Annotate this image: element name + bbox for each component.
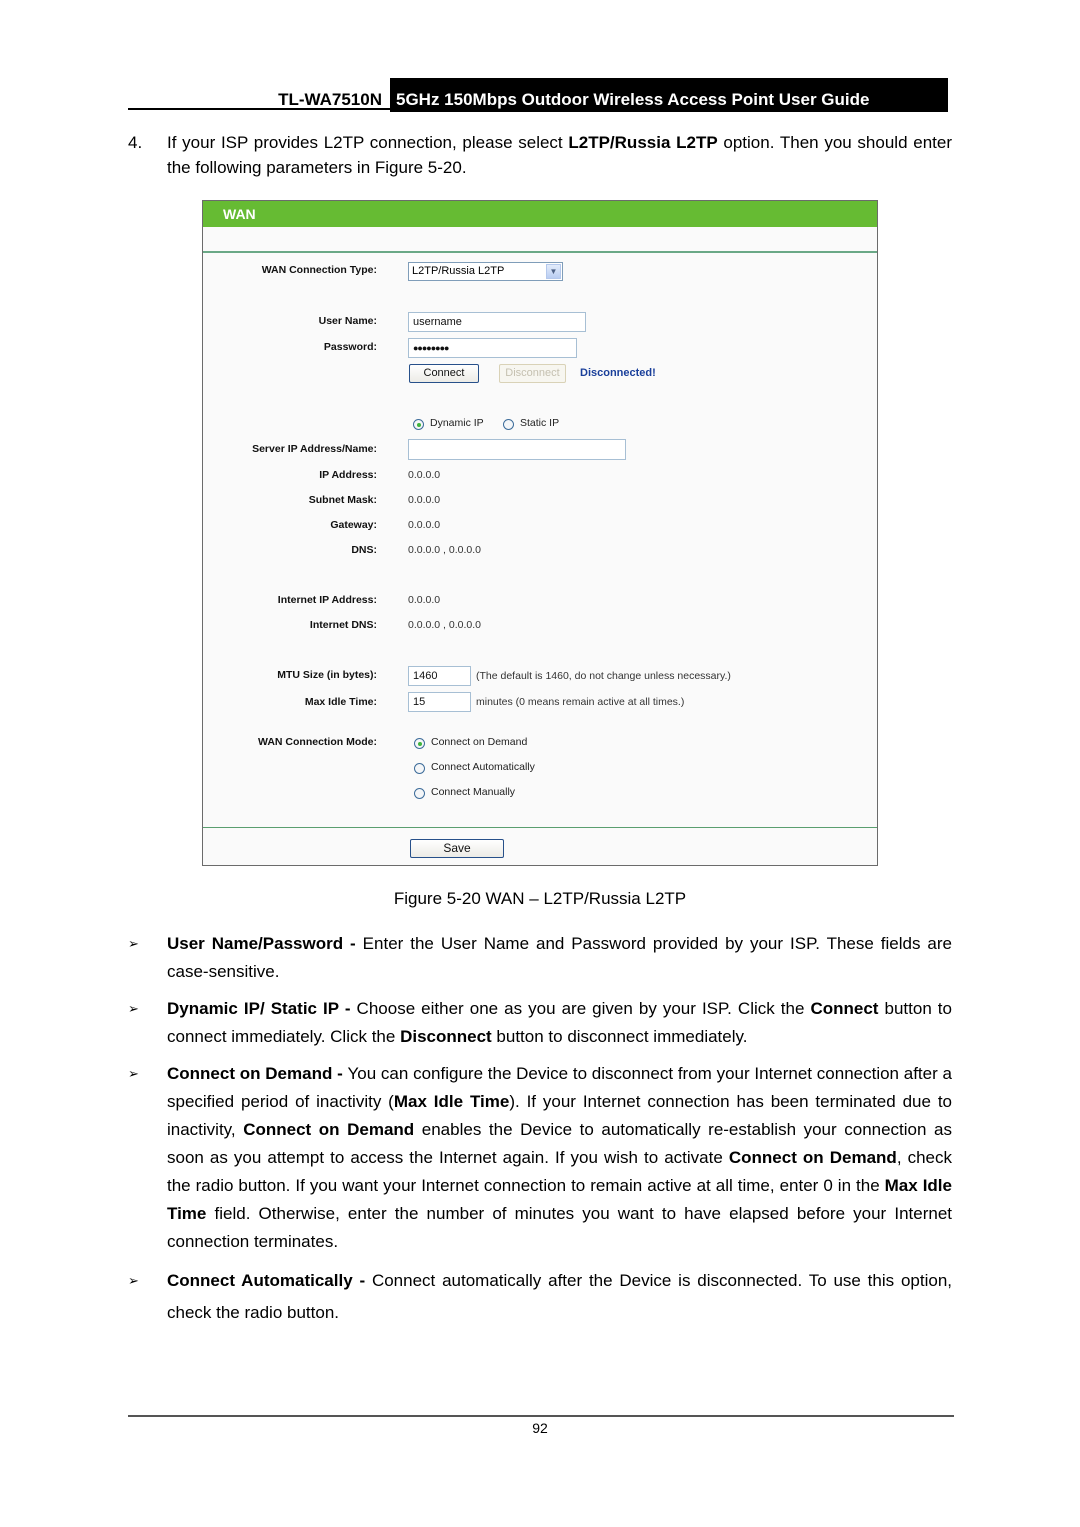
bullet-dynamic-static-ip: ➢ Dynamic IP/ Static IP - Choose either …: [128, 995, 952, 1051]
ip-address-label: IP Address:: [319, 469, 377, 481]
server-input[interactable]: [408, 439, 626, 460]
subnet-mask-value: 0.0.0.0: [408, 494, 441, 506]
user-name-input[interactable]: username: [408, 312, 586, 332]
arrow-bullet-icon: ➢: [128, 1066, 139, 1081]
internet-ip-value: 0.0.0.0: [408, 594, 441, 606]
max-idle-hint: minutes (0 means remain active at all ti…: [476, 696, 685, 708]
arrow-bullet-icon: ➢: [128, 936, 139, 951]
bullet-bold: Connect on Demand: [728, 1148, 897, 1167]
save-button[interactable]: Save: [410, 839, 504, 858]
header-model: TL-WA7510N: [128, 78, 390, 110]
bullet-bold: Disconnect: [400, 1027, 492, 1046]
bullet-connect-automatically: ➢ Connect Automatically - Connect automa…: [128, 1265, 952, 1329]
bullet-term: Connect on Demand -: [167, 1064, 348, 1083]
internet-dns-value: 0.0.0.0 , 0.0.0.0: [408, 619, 481, 631]
dynamic-ip-label: Dynamic IP: [430, 417, 484, 429]
gateway-value: 0.0.0.0: [408, 519, 441, 531]
subnet-mask-label: Subnet Mask:: [308, 494, 377, 506]
footer-divider: [128, 1415, 954, 1417]
connection-mode-label: WAN Connection Mode:: [258, 736, 377, 748]
internet-dns-label: Internet DNS:: [309, 619, 377, 631]
connection-status: Disconnected!: [580, 367, 656, 379]
disconnect-button[interactable]: Disconnect: [499, 364, 566, 383]
mtu-input[interactable]: 1460: [408, 666, 471, 686]
step-text: If your ISP provides L2TP connection, pl…: [167, 130, 952, 180]
password-label: Password:: [323, 341, 377, 353]
panel-title: WAN: [203, 201, 877, 227]
server-label: Server IP Address/Name:: [252, 443, 377, 455]
mtu-label: MTU Size (in bytes):: [277, 669, 377, 681]
static-ip-radio[interactable]: [503, 419, 514, 430]
max-idle-input[interactable]: 15: [408, 692, 471, 712]
connect-on-demand-radio[interactable]: [414, 738, 425, 749]
connect-manually-radio[interactable]: [414, 788, 425, 799]
password-input[interactable]: ●●●●●●●●: [408, 338, 577, 358]
mtu-hint: (The default is 1460, do not change unle…: [476, 670, 731, 682]
ip-address-value: 0.0.0.0: [408, 469, 441, 481]
user-name-label: User Name:: [318, 315, 377, 327]
bullet-connect-on-demand: ➢ Connect on Demand - You can configure …: [128, 1060, 952, 1256]
bullet-term: User Name/Password -: [167, 934, 363, 953]
connect-button[interactable]: Connect: [409, 364, 479, 383]
connect-on-demand-label: Connect on Demand: [431, 736, 528, 748]
bullet-list: ➢ User Name/Password - Enter the User Na…: [128, 930, 952, 1338]
bullet-text: button to disconnect immediately.: [491, 1027, 748, 1046]
bullet-bold: Max Idle Time: [393, 1092, 510, 1111]
panel-subheader: [203, 227, 877, 253]
arrow-bullet-icon: ➢: [128, 1001, 139, 1016]
page-header: TL-WA7510N 5GHz 150Mbps Outdoor Wireless…: [128, 78, 948, 112]
dns-label: DNS:: [351, 544, 377, 556]
figure-caption: Figure 5-20 WAN – L2TP/Russia L2TP: [393, 889, 687, 908]
wan-settings-figure: WAN WAN Connection Type: L2TP/Russia L2T…: [202, 200, 878, 866]
step-text-part: If your ISP provides L2TP connection, pl…: [167, 133, 569, 152]
wan-connection-type-label: WAN Connection Type:: [261, 264, 377, 276]
internet-ip-label: Internet IP Address:: [277, 594, 377, 606]
static-ip-label: Static IP: [520, 417, 560, 429]
arrow-bullet-icon: ➢: [128, 1273, 139, 1288]
chevron-down-icon[interactable]: ▼: [546, 264, 561, 279]
step-number: 4.: [128, 133, 143, 152]
connect-automatically-radio[interactable]: [414, 763, 425, 774]
gateway-label: Gateway:: [330, 519, 377, 531]
page-number: 92: [532, 1420, 548, 1436]
connect-automatically-label: Connect Automatically: [431, 761, 535, 773]
bullet-text: field. Otherwise, enter the number of mi…: [167, 1204, 952, 1251]
bullet-user-name-password: ➢ User Name/Password - Enter the User Na…: [128, 930, 952, 986]
wan-connection-type-value: L2TP/Russia L2TP: [412, 265, 505, 277]
step-bold-option: L2TP/Russia L2TP: [568, 133, 718, 152]
dynamic-ip-radio[interactable]: [413, 419, 424, 430]
bullet-term: Connect Automatically -: [167, 1271, 372, 1290]
bullet-term: Dynamic IP/ Static IP -: [167, 999, 357, 1018]
bullet-text: Choose either one as you are given by yo…: [356, 999, 811, 1018]
max-idle-label: Max Idle Time:: [304, 696, 377, 708]
bullet-bold: Connect on Demand: [243, 1120, 415, 1139]
dns-value: 0.0.0.0 , 0.0.0.0: [408, 544, 481, 556]
connect-manually-label: Connect Manually: [431, 786, 516, 798]
wan-connection-type-select[interactable]: L2TP/Russia L2TP ▼: [408, 262, 563, 281]
header-title: 5GHz 150Mbps Outdoor Wireless Access Poi…: [390, 78, 948, 112]
panel-footer-divider: [203, 827, 877, 828]
bullet-bold: Connect: [810, 999, 879, 1018]
step-4: 4. If your ISP provides L2TP connection,…: [128, 130, 952, 180]
